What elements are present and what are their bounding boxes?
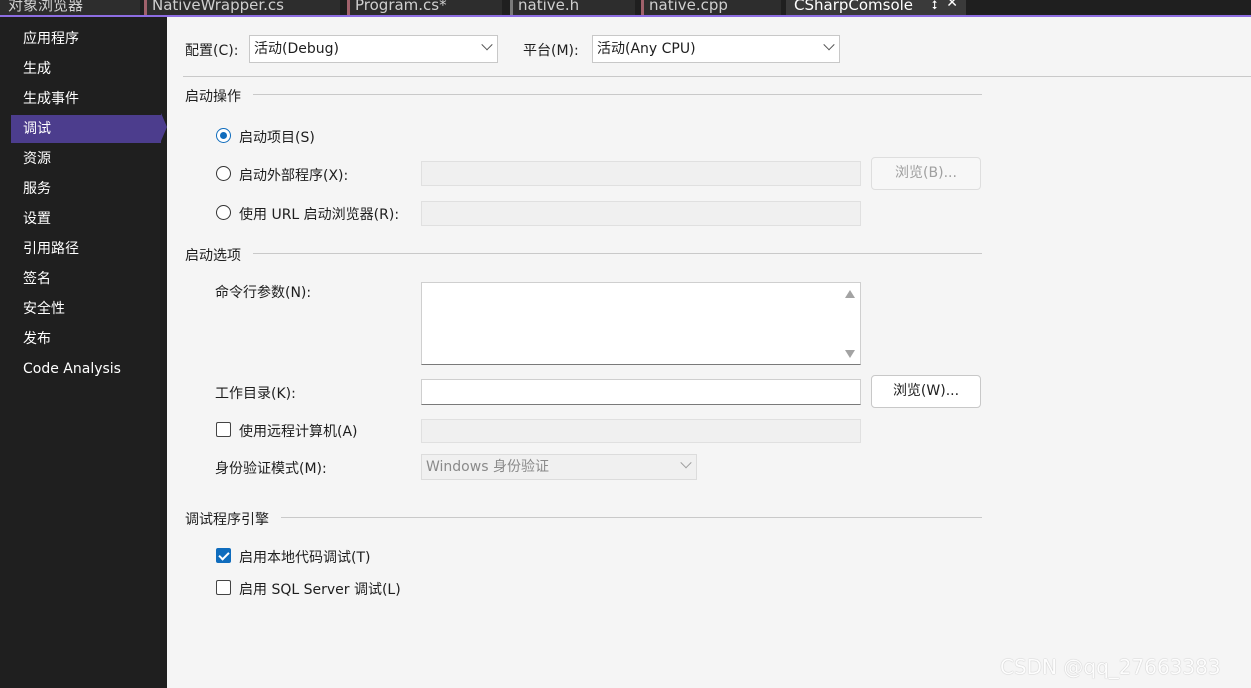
- sidebar-item-label: 设置: [23, 211, 51, 227]
- sidebar-item-label: 资源: [23, 151, 51, 167]
- sidebar-item-security[interactable]: 安全性: [11, 295, 161, 323]
- platform-label: 平台(M):: [523, 43, 579, 59]
- chevron-down-icon: [481, 39, 493, 51]
- sidebar-item-reference-paths[interactable]: 引用路径: [11, 235, 161, 263]
- auth-mode-label: 身份验证模式(M):: [215, 461, 327, 477]
- tab-object-browser[interactable]: 对象浏览器: [0, 0, 140, 15]
- remote-machine-checkbox[interactable]: [216, 422, 231, 437]
- section-divider: [185, 517, 982, 518]
- chevron-down-icon: [680, 457, 692, 469]
- csdn-watermark: CSDN @qq_27663383: [1000, 655, 1221, 679]
- tab-color-bar: [144, 0, 147, 15]
- start-url-radio[interactable]: [216, 205, 231, 220]
- external-program-field: [421, 161, 861, 186]
- start-project-label[interactable]: 启动项目(S): [239, 127, 315, 147]
- config-select[interactable]: 活动(Debug): [249, 35, 498, 63]
- tab-label: native.cpp: [649, 0, 728, 14]
- sidebar-item-label: 签名: [23, 271, 51, 287]
- start-url-field: [421, 201, 861, 226]
- auth-mode-select: Windows 身份验证: [421, 454, 697, 480]
- native-debug-checkbox[interactable]: [216, 548, 231, 563]
- scroll-up-icon[interactable]: [845, 290, 855, 298]
- start-external-label[interactable]: 启动外部程序(X):: [239, 165, 348, 185]
- tab-color-bar: [641, 0, 644, 15]
- sql-debug-checkbox[interactable]: [216, 580, 231, 595]
- workdir-label: 工作目录(K):: [215, 386, 296, 402]
- section-title-start-options: 启动选项: [185, 245, 253, 265]
- sidebar-item-signing[interactable]: 签名: [11, 265, 161, 293]
- cmd-args-label: 命令行参数(N):: [215, 285, 312, 301]
- sidebar-item-debug[interactable]: 调试: [11, 115, 161, 143]
- sidebar-item-build[interactable]: 生成: [11, 55, 161, 83]
- start-url-label[interactable]: 使用 URL 启动浏览器(R):: [239, 204, 399, 224]
- start-external-radio[interactable]: [216, 166, 231, 181]
- cmd-args-textarea[interactable]: [421, 282, 861, 365]
- tab-label: native.h: [518, 0, 580, 14]
- section-divider: [185, 253, 982, 254]
- sidebar-item-resources[interactable]: 资源: [11, 145, 161, 173]
- browse-w-button[interactable]: 浏览(W)...: [871, 375, 981, 408]
- workdir-input[interactable]: [421, 379, 861, 405]
- config-select-value: 活动(Debug): [254, 41, 339, 57]
- sidebar-item-label: 服务: [23, 181, 51, 197]
- browse-b-button: 浏览(B)...: [871, 157, 981, 190]
- close-icon[interactable]: ✕: [946, 0, 958, 10]
- platform-select[interactable]: 活动(Any CPU): [592, 35, 840, 63]
- sidebar-item-label: 生成事件: [23, 91, 79, 107]
- section-divider: [185, 94, 982, 95]
- pin-icon[interactable]: ⭥: [932, 0, 938, 11]
- tab-native-cpp[interactable]: native.cpp: [641, 0, 781, 15]
- tab-label: Program.cs*: [355, 0, 447, 14]
- sidebar-item-code-analysis[interactable]: Code Analysis: [11, 355, 161, 383]
- tab-underline: [0, 15, 1251, 17]
- config-label: 配置(C):: [185, 43, 239, 59]
- document-tab-strip: 对象浏览器 NativeWrapper.cs Program.cs* nativ…: [0, 0, 1251, 17]
- sidebar-item-label: 发布: [23, 331, 51, 347]
- selection-arrow: [161, 113, 167, 141]
- tab-label: NativeWrapper.cs: [152, 0, 284, 14]
- tab-nativewrapper-cs[interactable]: NativeWrapper.cs: [144, 0, 340, 15]
- sidebar-item-label: Code Analysis: [23, 361, 121, 377]
- sql-debug-label[interactable]: 启用 SQL Server 调试(L): [239, 579, 401, 599]
- section-title-start-action: 启动操作: [185, 86, 253, 106]
- sidebar-item-label: 应用程序: [23, 31, 79, 47]
- project-properties-sidebar: 应用程序 生成 生成事件 调试 资源 服务 设置 引用路径 签名 安全性 发布 …: [0, 17, 167, 688]
- section-title-debugger-engines: 调试程序引擎: [185, 509, 281, 529]
- sidebar-item-build-events[interactable]: 生成事件: [11, 85, 161, 113]
- native-debug-label[interactable]: 启用本地代码调试(T): [239, 547, 370, 567]
- remote-machine-field: [421, 419, 861, 443]
- tab-csharpcomsole[interactable]: CSharpComsole ⭥ ✕: [786, 0, 966, 15]
- scroll-down-icon[interactable]: [845, 350, 855, 358]
- sidebar-item-label: 生成: [23, 61, 51, 77]
- tab-program-cs[interactable]: Program.cs*: [347, 0, 502, 15]
- sidebar-item-label: 调试: [23, 121, 51, 137]
- sidebar-item-label: 引用路径: [23, 241, 79, 257]
- platform-select-value: 活动(Any CPU): [597, 41, 696, 57]
- sidebar-item-label: 安全性: [23, 301, 65, 317]
- sidebar-item-settings[interactable]: 设置: [11, 205, 161, 233]
- top-divider: [183, 76, 1251, 77]
- chevron-down-icon: [823, 39, 835, 51]
- start-project-radio[interactable]: [216, 128, 231, 143]
- sidebar-item-publish[interactable]: 发布: [11, 325, 161, 353]
- sidebar-item-application[interactable]: 应用程序: [11, 25, 161, 53]
- tab-native-h[interactable]: native.h: [510, 0, 635, 15]
- sidebar-item-services[interactable]: 服务: [11, 175, 161, 203]
- tab-label: 对象浏览器: [8, 0, 84, 14]
- tab-color-bar: [510, 0, 513, 15]
- tab-label: CSharpComsole: [794, 0, 914, 14]
- tab-color-bar: [347, 0, 350, 15]
- auth-mode-value: Windows 身份验证: [426, 459, 549, 475]
- remote-machine-label[interactable]: 使用远程计算机(A): [239, 421, 358, 441]
